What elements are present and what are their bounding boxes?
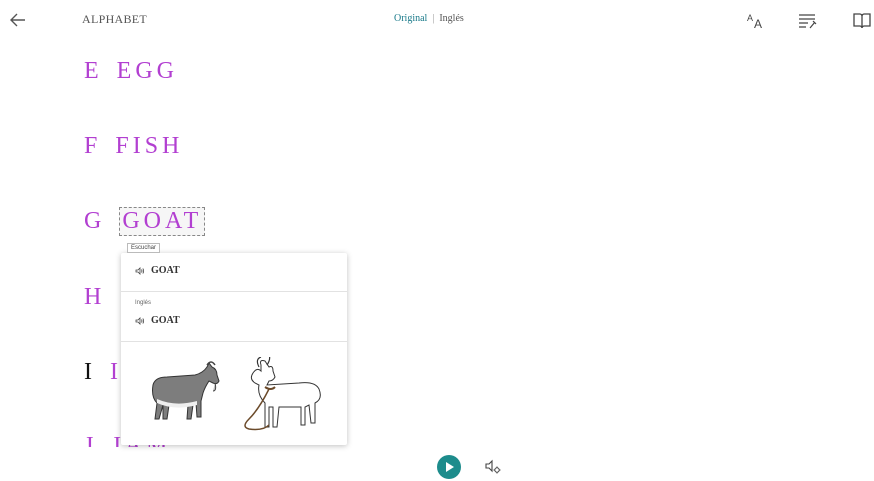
letter[interactable]: J (84, 433, 97, 447)
word[interactable]: EGG (117, 58, 178, 84)
white-goat-image (244, 357, 321, 431)
lang-original-option[interactable]: Original (394, 13, 427, 24)
lang-translation-option[interactable]: Inglés (439, 13, 463, 24)
top-bar: ALPHABET Original | Inglés AA (0, 0, 874, 40)
divider (121, 341, 347, 342)
text-preferences-icon[interactable] (797, 10, 819, 32)
line-e: E EGG (84, 58, 178, 85)
svg-text:A: A (747, 13, 753, 23)
listen-translation-button[interactable]: GOAT (135, 315, 180, 326)
listen-word-button[interactable]: GOAT (135, 265, 180, 276)
letter[interactable]: E (84, 58, 103, 84)
voice-settings-icon[interactable] (484, 458, 502, 476)
grey-goat-image (152, 361, 220, 420)
letter[interactable]: F (84, 133, 101, 159)
speaker-icon (135, 266, 145, 275)
play-button[interactable] (437, 455, 461, 479)
translation-language-label: Inglés (135, 300, 152, 306)
line-g: G GOAT (84, 207, 206, 236)
selected-word[interactable]: GOAT (119, 207, 206, 236)
language-switch: Original | Inglés (394, 13, 464, 24)
line-f: F FISH (84, 133, 183, 160)
page-title: ALPHABET (82, 12, 148, 26)
letter[interactable]: G (84, 208, 105, 234)
divider (121, 291, 347, 292)
line-h: H (84, 284, 119, 311)
line-i: II (84, 359, 122, 386)
lang-separator: | (432, 13, 435, 24)
book-icon[interactable] (851, 10, 873, 32)
letter[interactable]: I (84, 359, 96, 385)
back-arrow-icon[interactable] (8, 10, 28, 30)
word-popup: GOAT Inglés GOAT (121, 253, 347, 445)
text-size-icon[interactable]: AA (745, 10, 767, 32)
popup-translation: GOAT (151, 315, 180, 326)
letter[interactable]: H (84, 284, 105, 310)
play-icon (446, 462, 454, 472)
svg-text:A: A (754, 17, 762, 30)
listen-tooltip: Escuchar (127, 243, 161, 253)
popup-word: GOAT (151, 265, 180, 276)
word[interactable]: FISH (115, 133, 183, 159)
speaker-icon (135, 316, 145, 325)
